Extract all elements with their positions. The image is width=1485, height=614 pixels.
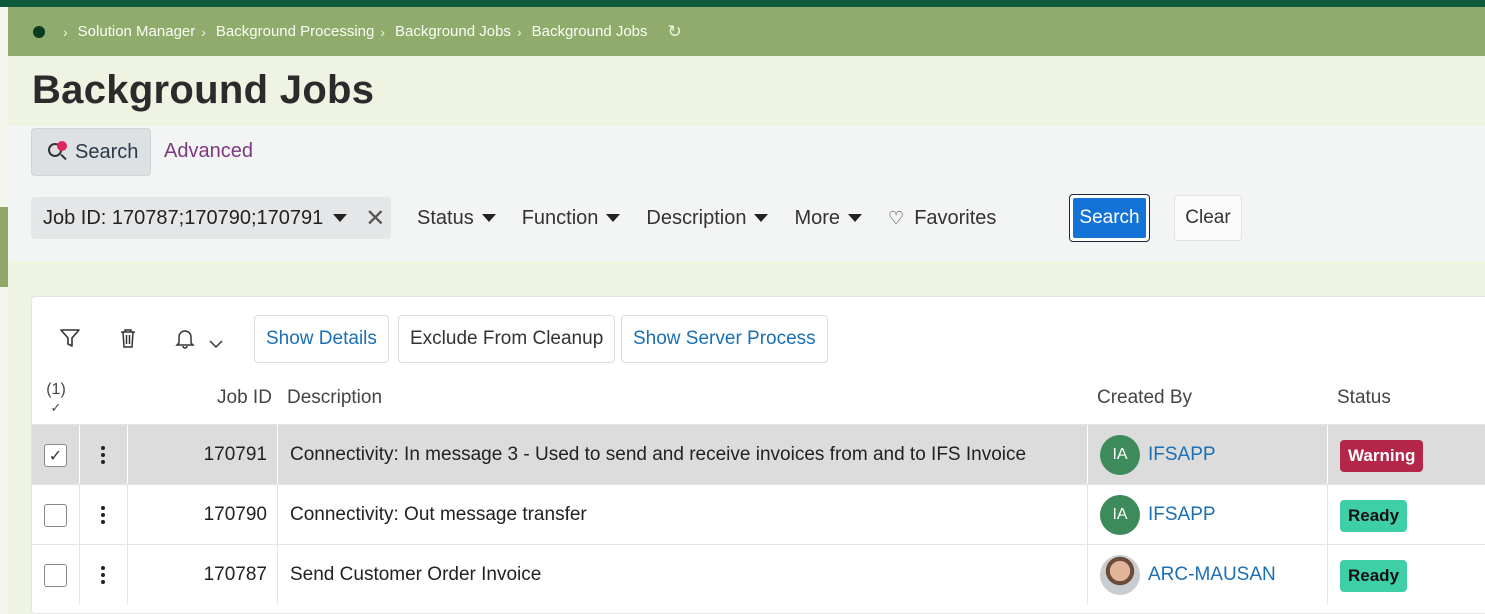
status-badge: Warning xyxy=(1340,440,1424,472)
search-button-label: Search xyxy=(1073,198,1146,238)
avatar-photo xyxy=(1100,555,1140,595)
chevron-right-icon: › xyxy=(201,23,206,40)
caret-down-icon xyxy=(848,214,863,222)
function-filter-label: Function xyxy=(521,206,599,229)
breadcrumb-background-jobs[interactable]: Background Jobs xyxy=(395,23,511,40)
favorites-button[interactable]: ♡ Favorites xyxy=(888,207,996,230)
caret-down-icon xyxy=(606,214,621,222)
more-filter-button[interactable]: More xyxy=(794,206,863,230)
filter-icon[interactable] xyxy=(59,327,81,355)
page-title: Background Jobs xyxy=(32,68,375,112)
bell-icon[interactable] xyxy=(174,327,196,355)
row-menu-icon[interactable] xyxy=(94,560,112,590)
active-indicator-dot xyxy=(57,141,67,151)
status-filter-button[interactable]: Status xyxy=(417,207,496,230)
status-filter-label: Status xyxy=(417,206,474,229)
jobs-grid: Show Details Exclude From Cleanup Show S… xyxy=(31,296,1485,614)
heart-icon: ♡ xyxy=(888,207,905,228)
chevron-down-icon[interactable] xyxy=(208,331,224,357)
selection-count[interactable]: (1) ✓ xyxy=(44,381,68,416)
created-by-link[interactable]: IFSAPP xyxy=(1148,485,1216,545)
selection-count-label: (1) xyxy=(46,381,66,398)
job-id-cell: 170787 xyxy=(203,564,267,585)
row-menu-icon[interactable] xyxy=(94,440,112,470)
job-id-filter-value: Job ID: 170787;170790;170791 xyxy=(43,206,324,229)
breadcrumb: › Solution Manager › Background Processi… xyxy=(8,7,1485,56)
description-cell: Send Customer Order Invoice xyxy=(290,564,542,585)
column-header-job-id[interactable]: Job ID xyxy=(217,387,272,409)
search-icon xyxy=(47,141,69,163)
table-row[interactable]: 170787 Send Customer Order Invoice ARC-M… xyxy=(32,544,1485,605)
column-header-description[interactable]: Description xyxy=(287,387,382,409)
caret-down-icon xyxy=(481,214,496,222)
status-badge: Ready xyxy=(1340,500,1408,532)
row-checkbox[interactable] xyxy=(44,564,67,587)
chevron-right-icon: › xyxy=(516,23,522,40)
column-header-status[interactable]: Status xyxy=(1337,387,1391,409)
caret-down-icon[interactable] xyxy=(333,214,348,222)
job-id-cell: 170790 xyxy=(203,504,267,525)
job-id-cell: 170791 xyxy=(203,444,267,465)
created-by-link[interactable]: ARC-MAUSAN xyxy=(1148,545,1276,605)
table-row[interactable]: 170790 Connectivity: Out message transfe… xyxy=(32,484,1485,545)
close-icon[interactable]: ✕ xyxy=(365,204,385,233)
column-header-created-by[interactable]: Created By xyxy=(1097,387,1192,409)
filter-row: Job ID: 170787;170790;170791 ✕ Status Fu… xyxy=(31,196,996,240)
row-checkbox[interactable] xyxy=(44,504,67,527)
job-id-filter-chip[interactable]: Job ID: 170787;170790;170791 ✕ xyxy=(31,197,391,239)
show-details-button[interactable]: Show Details xyxy=(254,315,389,363)
tab-advanced[interactable]: Advanced xyxy=(164,140,253,163)
more-filter-label: More xyxy=(794,206,841,229)
created-by-link[interactable]: IFSAPP xyxy=(1148,425,1216,485)
status-badge: Ready xyxy=(1340,560,1408,592)
table-row[interactable]: ✓ 170791 Connectivity: In message 3 - Us… xyxy=(32,424,1485,485)
show-server-process-button[interactable]: Show Server Process xyxy=(621,315,828,363)
chevron-right-icon: › xyxy=(63,23,68,40)
row-checkbox[interactable]: ✓ xyxy=(44,444,67,467)
trash-icon[interactable] xyxy=(117,327,139,355)
avatar: IA xyxy=(1100,495,1140,535)
exclude-from-cleanup-button[interactable]: Exclude From Cleanup xyxy=(398,315,616,363)
grid-toolbar: Show Details Exclude From Cleanup Show S… xyxy=(32,315,1485,363)
left-rail xyxy=(0,7,8,614)
chevron-right-icon: › xyxy=(380,23,386,40)
check-icon: ✓ xyxy=(50,400,62,415)
breadcrumb-current-page: Background Jobs xyxy=(531,23,648,40)
row-menu-icon[interactable] xyxy=(94,500,112,530)
tab-search[interactable]: Search xyxy=(31,128,151,176)
clear-button[interactable]: Clear xyxy=(1174,195,1242,241)
caret-down-icon xyxy=(754,214,769,222)
left-rail-marker xyxy=(0,207,8,287)
description-filter-button[interactable]: Description xyxy=(646,206,769,230)
description-cell: Connectivity: In message 3 - Used to sen… xyxy=(290,444,1027,465)
favorites-label: Favorites xyxy=(914,206,997,229)
top-brand-strip xyxy=(0,0,1485,7)
tab-search-label: Search xyxy=(75,140,139,163)
description-filter-label: Description xyxy=(646,206,747,229)
avatar: IA xyxy=(1100,435,1140,475)
refresh-icon[interactable]: ↻ xyxy=(668,22,682,42)
home-dot-icon[interactable] xyxy=(33,25,45,38)
function-filter-button[interactable]: Function xyxy=(522,207,621,230)
breadcrumb-background-processing[interactable]: Background Processing xyxy=(216,23,374,40)
search-button[interactable]: Search xyxy=(1069,194,1150,242)
description-cell: Connectivity: Out message transfer xyxy=(290,504,587,525)
search-panel: Search Advanced Job ID: 170787;170790;17… xyxy=(8,126,1485,261)
breadcrumb-solution-manager[interactable]: Solution Manager xyxy=(78,23,196,40)
